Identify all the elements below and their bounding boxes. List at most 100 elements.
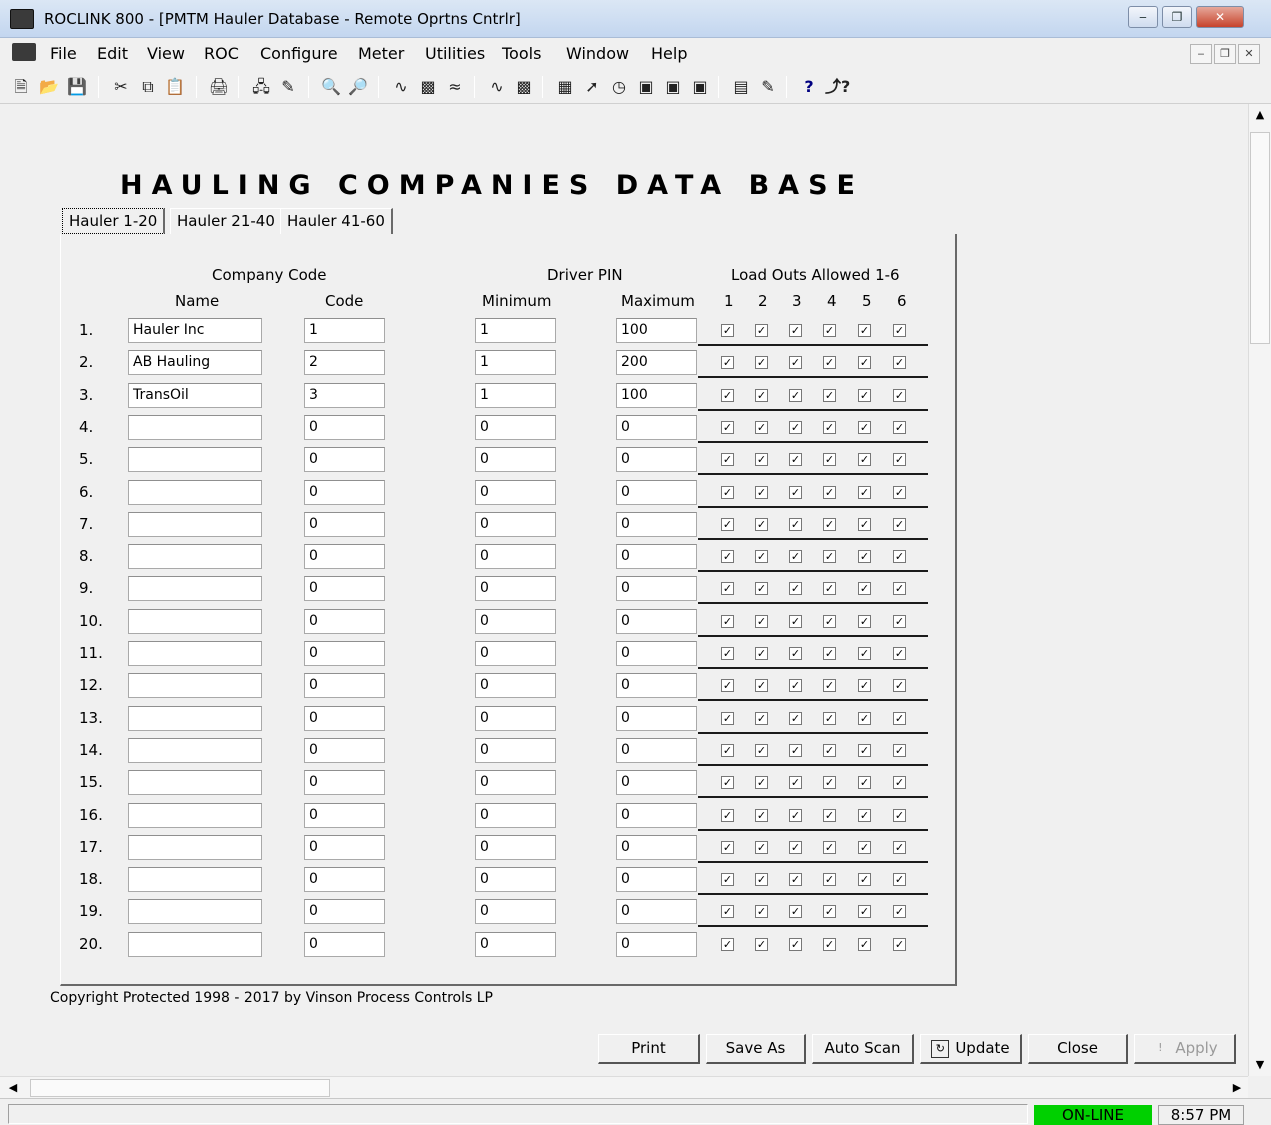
load-out-6-checkbox[interactable]: ✓ xyxy=(893,712,906,725)
trend-icon[interactable]: ∿ xyxy=(390,76,412,98)
pin-maximum-field[interactable]: 0 xyxy=(616,899,697,924)
company-code-field[interactable]: 3 xyxy=(304,383,385,408)
load-out-3-checkbox[interactable]: ✓ xyxy=(789,905,802,918)
company-name-field[interactable] xyxy=(128,835,262,860)
load-out-3-checkbox[interactable]: ✓ xyxy=(789,356,802,369)
load-out-1-checkbox[interactable]: ✓ xyxy=(721,550,734,563)
company-code-field[interactable]: 0 xyxy=(304,576,385,601)
load-out-4-checkbox[interactable]: ✓ xyxy=(823,712,836,725)
company-name-field[interactable] xyxy=(128,641,262,666)
pin-maximum-field[interactable]: 0 xyxy=(616,609,697,634)
load-out-2-checkbox[interactable]: ✓ xyxy=(755,615,768,628)
company-code-field[interactable]: 0 xyxy=(304,544,385,569)
load-out-2-checkbox[interactable]: ✓ xyxy=(755,486,768,499)
company-code-field[interactable]: 0 xyxy=(304,932,385,957)
pin-minimum-field[interactable]: 0 xyxy=(475,673,556,698)
company-name-field[interactable] xyxy=(128,447,262,472)
menu-roc[interactable]: ROC xyxy=(204,44,239,63)
load-out-2-checkbox[interactable]: ✓ xyxy=(755,389,768,402)
vertical-scrollbar[interactable]: ▲ ▼ xyxy=(1248,104,1271,1076)
pin-maximum-field[interactable]: 0 xyxy=(616,932,697,957)
load-out-3-checkbox[interactable]: ✓ xyxy=(789,776,802,789)
pin-maximum-field[interactable]: 0 xyxy=(616,641,697,666)
load-out-6-checkbox[interactable]: ✓ xyxy=(893,647,906,660)
load-out-5-checkbox[interactable]: ✓ xyxy=(858,615,871,628)
company-name-field[interactable] xyxy=(128,415,262,440)
load-out-2-checkbox[interactable]: ✓ xyxy=(755,873,768,886)
paste-icon[interactable]: 📋 xyxy=(164,76,186,98)
load-out-5-checkbox[interactable]: ✓ xyxy=(858,582,871,595)
pin-minimum-field[interactable]: 1 xyxy=(475,350,556,375)
load-out-3-checkbox[interactable]: ✓ xyxy=(789,647,802,660)
load-out-5-checkbox[interactable]: ✓ xyxy=(858,873,871,886)
pin-minimum-field[interactable]: 0 xyxy=(475,867,556,892)
load-out-5-checkbox[interactable]: ✓ xyxy=(858,550,871,563)
pin-maximum-field[interactable]: 0 xyxy=(616,706,697,731)
horizontal-scroll-thumb[interactable] xyxy=(30,1079,330,1097)
load-out-4-checkbox[interactable]: ✓ xyxy=(823,873,836,886)
company-code-field[interactable]: 0 xyxy=(304,706,385,731)
load-out-6-checkbox[interactable]: ✓ xyxy=(893,389,906,402)
load-out-6-checkbox[interactable]: ✓ xyxy=(893,324,906,337)
company-code-field[interactable]: 0 xyxy=(304,673,385,698)
company-name-field[interactable] xyxy=(128,932,262,957)
load-out-5-checkbox[interactable]: ✓ xyxy=(858,744,871,757)
load-out-4-checkbox[interactable]: ✓ xyxy=(823,905,836,918)
menu-edit[interactable]: Edit xyxy=(97,44,128,63)
pin-maximum-field[interactable]: 0 xyxy=(616,738,697,763)
company-name-field[interactable] xyxy=(128,673,262,698)
load-out-5-checkbox[interactable]: ✓ xyxy=(858,712,871,725)
pin-maximum-field[interactable]: 0 xyxy=(616,415,697,440)
load-out-3-checkbox[interactable]: ✓ xyxy=(789,486,802,499)
weekly-icon[interactable]: ▩ xyxy=(513,76,535,98)
tab-hauler-1-20[interactable]: Hauler 1-20 xyxy=(62,208,166,234)
load-out-4-checkbox[interactable]: ✓ xyxy=(823,518,836,531)
load-out-2-checkbox[interactable]: ✓ xyxy=(755,582,768,595)
load-out-5-checkbox[interactable]: ✓ xyxy=(858,809,871,822)
load-out-1-checkbox[interactable]: ✓ xyxy=(721,809,734,822)
load-out-1-checkbox[interactable]: ✓ xyxy=(721,421,734,434)
pin-minimum-field[interactable]: 0 xyxy=(475,447,556,472)
mdi-minimize-button[interactable]: ‒ xyxy=(1190,44,1212,64)
company-name-field[interactable] xyxy=(128,609,262,634)
load-out-1-checkbox[interactable]: ✓ xyxy=(721,841,734,854)
load-out-2-checkbox[interactable]: ✓ xyxy=(755,679,768,692)
pin-maximum-field[interactable]: 0 xyxy=(616,480,697,505)
close-window-button[interactable]: ✕ xyxy=(1196,6,1244,28)
history-icon[interactable]: ∿ xyxy=(486,76,508,98)
auto-scan-button[interactable]: Auto Scan xyxy=(812,1034,914,1064)
load-out-5-checkbox[interactable]: ✓ xyxy=(858,518,871,531)
menu-configure[interactable]: Configure xyxy=(260,44,338,63)
print-button[interactable]: Print xyxy=(598,1034,700,1064)
pin-minimum-field[interactable]: 0 xyxy=(475,609,556,634)
zoom-out-icon[interactable]: 🔎 xyxy=(347,76,369,98)
load-out-2-checkbox[interactable]: ✓ xyxy=(755,421,768,434)
load-out-2-checkbox[interactable]: ✓ xyxy=(755,453,768,466)
pin-minimum-field[interactable]: 0 xyxy=(475,415,556,440)
load-out-6-checkbox[interactable]: ✓ xyxy=(893,453,906,466)
minimize-button[interactable]: ‒ xyxy=(1128,6,1158,28)
company-code-field[interactable]: 0 xyxy=(304,480,385,505)
load-out-1-checkbox[interactable]: ✓ xyxy=(721,776,734,789)
menu-window[interactable]: Window xyxy=(566,44,629,63)
load-out-6-checkbox[interactable]: ✓ xyxy=(893,582,906,595)
load-out-3-checkbox[interactable]: ✓ xyxy=(789,712,802,725)
load-out-4-checkbox[interactable]: ✓ xyxy=(823,776,836,789)
monitor-icon[interactable]: ▣ xyxy=(662,76,684,98)
load-out-4-checkbox[interactable]: ✓ xyxy=(823,389,836,402)
load-out-5-checkbox[interactable]: ✓ xyxy=(858,647,871,660)
load-out-2-checkbox[interactable]: ✓ xyxy=(755,809,768,822)
cut-icon[interactable]: ✂ xyxy=(110,76,132,98)
vertical-scroll-thumb[interactable] xyxy=(1250,132,1270,344)
company-code-field[interactable]: 0 xyxy=(304,867,385,892)
load-out-1-checkbox[interactable]: ✓ xyxy=(721,679,734,692)
tab-hauler-21-40[interactable]: Hauler 21-40 xyxy=(170,208,283,235)
load-out-6-checkbox[interactable]: ✓ xyxy=(893,744,906,757)
company-code-field[interactable]: 0 xyxy=(304,447,385,472)
help-icon[interactable]: ? xyxy=(798,76,820,98)
pin-minimum-field[interactable]: 0 xyxy=(475,641,556,666)
load-out-6-checkbox[interactable]: ✓ xyxy=(893,809,906,822)
company-name-field[interactable] xyxy=(128,738,262,763)
load-out-3-checkbox[interactable]: ✓ xyxy=(789,518,802,531)
pin-minimum-field[interactable]: 0 xyxy=(475,480,556,505)
